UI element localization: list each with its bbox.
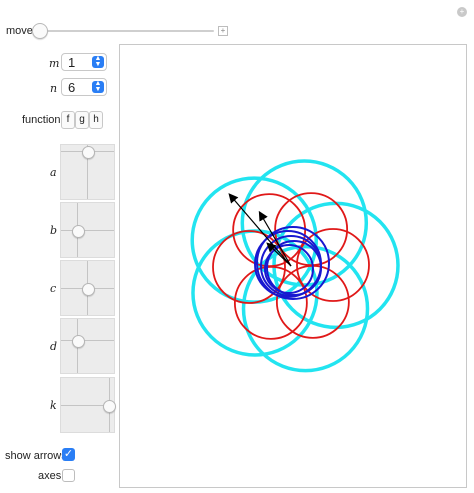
- reset-icon[interactable]: +: [457, 7, 467, 17]
- up-down-arrows-icon[interactable]: ▲ ▼: [92, 80, 104, 93]
- pad-a-label: a: [50, 166, 57, 179]
- cyan-circle: [191, 229, 319, 357]
- function-button-g[interactable]: g: [75, 111, 89, 129]
- m-value: 1: [68, 55, 76, 70]
- pad-k-label: k: [50, 399, 57, 412]
- slider-pad-c[interactable]: [60, 260, 115, 316]
- checkmark-icon: ✓: [63, 448, 74, 460]
- plot-area: [119, 44, 467, 488]
- move-slider-thumb[interactable]: [32, 23, 48, 39]
- move-expand-icon[interactable]: +: [218, 26, 228, 36]
- pad-d-crosshair-h: [61, 340, 114, 341]
- slider-pad-d[interactable]: [60, 318, 115, 374]
- pad-a-knob[interactable]: [82, 146, 95, 159]
- cyan-circle: [272, 201, 400, 330]
- pad-c-knob[interactable]: [82, 283, 95, 296]
- plot-canvas: [190, 159, 400, 373]
- pad-d-knob[interactable]: [72, 335, 85, 348]
- axes-checkbox[interactable]: [62, 469, 75, 482]
- show-arrows-label: show arrows: [5, 450, 67, 462]
- n-spinner[interactable]: 6 ▲ ▼: [61, 78, 107, 96]
- move-slider-track[interactable]: [36, 30, 214, 32]
- axes-label: axes: [38, 470, 62, 482]
- blue-ring: [264, 244, 314, 294]
- function-button-f[interactable]: f: [61, 111, 75, 129]
- m-spinner[interactable]: 1 ▲ ▼: [61, 53, 107, 71]
- pad-k-knob[interactable]: [103, 400, 116, 413]
- pad-b-label: b: [50, 224, 58, 237]
- cyan-circles: [190, 159, 400, 373]
- m-label: m: [49, 57, 60, 70]
- slider-pad-b[interactable]: [60, 202, 115, 258]
- slider-pad-k[interactable]: [60, 377, 116, 433]
- n-value: 6: [68, 80, 76, 95]
- function-label: function: [22, 114, 61, 126]
- show-arrows-checkbox[interactable]: ✓: [62, 448, 75, 461]
- pad-b-crosshair-h: [61, 230, 114, 231]
- vector-arrow: [228, 193, 292, 267]
- pad-d-label: d: [50, 340, 58, 353]
- pad-b-knob[interactable]: [72, 225, 85, 238]
- arrows: [228, 193, 292, 267]
- move-label: move: [6, 25, 33, 37]
- n-label: n: [50, 82, 58, 95]
- up-down-arrows-icon[interactable]: ▲ ▼: [92, 55, 104, 68]
- slider-pad-a[interactable]: [60, 144, 115, 200]
- function-button-h[interactable]: h: [89, 111, 103, 129]
- pad-c-label: c: [50, 282, 57, 295]
